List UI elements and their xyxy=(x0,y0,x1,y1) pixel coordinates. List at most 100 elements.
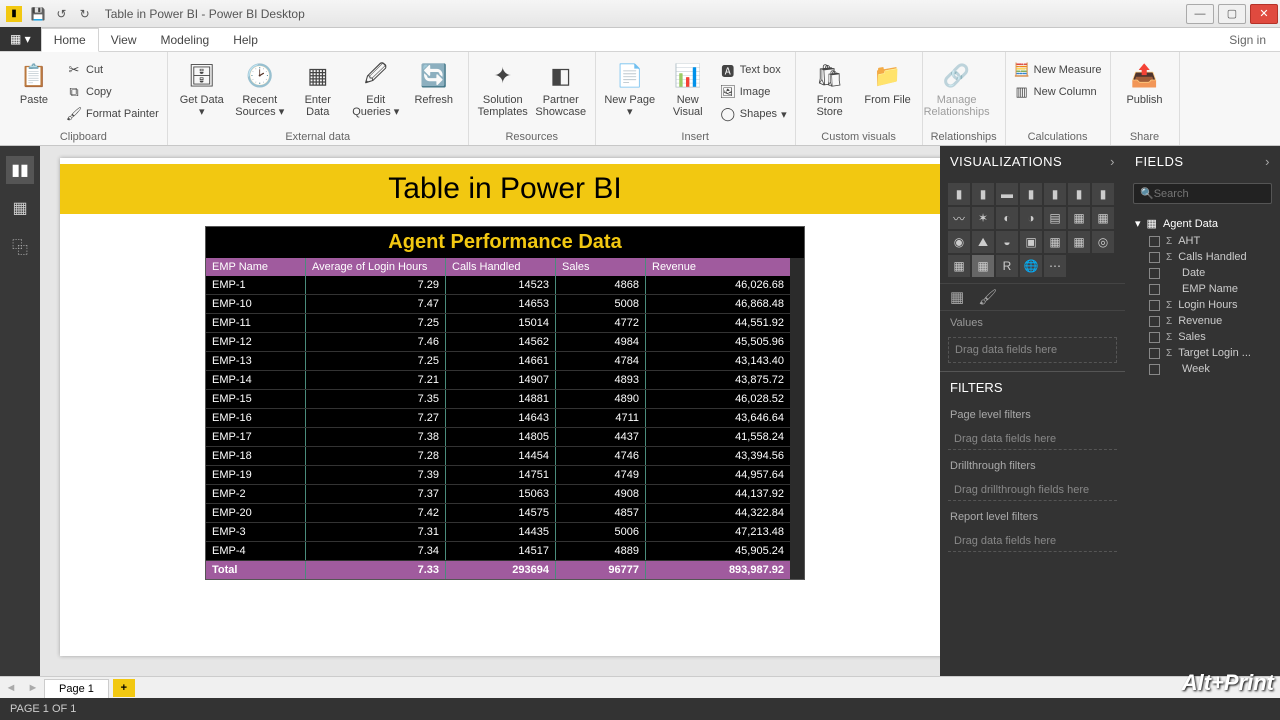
from-file-button[interactable]: 📁From File xyxy=(862,56,914,106)
paste-button[interactable]: 📋 Paste xyxy=(8,56,60,106)
solution-templates-button[interactable]: ✦Solution Templates xyxy=(477,56,529,118)
new-column-button[interactable]: ▥New Column xyxy=(1014,82,1102,102)
field-item[interactable]: ΣSales xyxy=(1125,329,1280,345)
col-login-hours[interactable]: Average of Login Hours xyxy=(306,258,446,276)
title-banner[interactable]: Table in Power BI xyxy=(60,164,940,214)
checkbox-icon[interactable] xyxy=(1149,332,1160,343)
field-item[interactable]: ΣRevenue xyxy=(1125,313,1280,329)
col-emp-name[interactable]: EMP Name xyxy=(206,258,306,276)
field-item[interactable]: ΣCalls Handled xyxy=(1125,249,1280,265)
file-tab[interactable]: ▦ ▾ xyxy=(0,27,41,51)
field-item[interactable]: ΣAHT xyxy=(1125,233,1280,249)
viz-type-icon[interactable]: ⛰ xyxy=(972,231,994,253)
page-tab-1[interactable]: Page 1 xyxy=(44,679,109,698)
tab-home[interactable]: Home xyxy=(41,28,99,52)
page-next-button[interactable]: ► xyxy=(22,682,44,694)
maximize-button[interactable]: ▢ xyxy=(1218,4,1246,24)
viz-type-icon[interactable]: ✶ xyxy=(972,207,994,229)
viz-type-icon[interactable]: ◑ xyxy=(1020,207,1042,229)
drill-filters-drop[interactable]: Drag drillthrough fields here xyxy=(948,480,1117,501)
page-filters-drop[interactable]: Drag data fields here xyxy=(948,429,1117,450)
image-button[interactable]: 🖼Image xyxy=(720,82,787,102)
refresh-button[interactable]: 🔄Refresh xyxy=(408,56,460,106)
format-painter-button[interactable]: 🖌Format Painter xyxy=(66,104,159,124)
checkbox-icon[interactable] xyxy=(1149,348,1160,359)
close-button[interactable]: ✕ xyxy=(1250,4,1278,24)
viz-type-icon[interactable]: ▮ xyxy=(948,183,970,205)
viz-type-icon[interactable]: ◒ xyxy=(996,231,1018,253)
field-table-node[interactable]: ▾ ▦ Agent Data xyxy=(1125,214,1280,233)
viz-type-icon[interactable]: ▦ xyxy=(1092,207,1114,229)
table-row[interactable]: EMP-47.3414517488945,905.24 xyxy=(206,542,790,561)
checkbox-icon[interactable] xyxy=(1149,300,1160,311)
add-page-button[interactable]: + xyxy=(113,679,135,697)
redo-icon[interactable]: ↻ xyxy=(75,7,95,21)
table-row[interactable]: EMP-137.2514661478443,143.40 xyxy=(206,352,790,371)
table-row[interactable]: EMP-187.2814454474643,394.56 xyxy=(206,447,790,466)
copy-button[interactable]: ⧉Copy xyxy=(66,82,159,102)
table-row[interactable]: EMP-117.2515014477244,551.92 xyxy=(206,314,790,333)
checkbox-icon[interactable] xyxy=(1149,316,1160,327)
viz-type-icon[interactable]: ◐ xyxy=(996,207,1018,229)
field-item[interactable]: EMP Name xyxy=(1125,281,1280,297)
new-measure-button[interactable]: 🧮New Measure xyxy=(1014,60,1102,80)
viz-type-icon[interactable]: ▮ xyxy=(1020,183,1042,205)
viz-type-icon[interactable]: ⋯ xyxy=(1044,255,1066,277)
new-visual-button[interactable]: 📊New Visual xyxy=(662,56,714,118)
from-store-button[interactable]: 🛍From Store xyxy=(804,56,856,118)
field-item[interactable]: Date xyxy=(1125,265,1280,281)
search-input[interactable] xyxy=(1154,188,1280,200)
enter-data-button[interactable]: ▦Enter Data xyxy=(292,56,344,118)
undo-icon[interactable]: ↺ xyxy=(51,7,71,21)
viz-type-icon[interactable]: ▦ xyxy=(1044,231,1066,253)
viz-type-icon[interactable]: ◎ xyxy=(1092,231,1114,253)
shapes-button[interactable]: ◯Shapes ▾ xyxy=(720,104,787,124)
edit-queries-button[interactable]: 🖉Edit Queries ▾ xyxy=(350,56,402,118)
table-row[interactable]: EMP-37.3114435500647,213.48 xyxy=(206,523,790,542)
viz-type-icon[interactable]: 〰 xyxy=(948,207,970,229)
viz-type-icon[interactable]: ▤ xyxy=(1044,207,1066,229)
get-data-button[interactable]: 🗄Get Data ▾ xyxy=(176,56,228,118)
checkbox-icon[interactable] xyxy=(1149,268,1160,279)
viz-type-icon[interactable]: ▣ xyxy=(1020,231,1042,253)
table-row[interactable]: EMP-147.2114907489343,875.72 xyxy=(206,371,790,390)
page-prev-button[interactable]: ◄ xyxy=(0,682,22,694)
table-scrollbar[interactable] xyxy=(790,258,804,579)
field-item[interactable]: Week xyxy=(1125,361,1280,377)
minimize-button[interactable]: — xyxy=(1186,4,1214,24)
tab-view[interactable]: View xyxy=(99,29,149,51)
table-row[interactable]: EMP-157.3514881489046,028.52 xyxy=(206,390,790,409)
fields-mode-icon[interactable]: ▦ xyxy=(950,288,964,306)
col-sales[interactable]: Sales xyxy=(556,258,646,276)
sign-in-link[interactable]: Sign in xyxy=(1225,29,1270,51)
viz-type-icon[interactable]: ▮ xyxy=(972,183,994,205)
table-row[interactable]: EMP-177.3814805443741,558.24 xyxy=(206,428,790,447)
fields-header[interactable]: FIELDS› xyxy=(1125,146,1280,177)
viz-type-icon[interactable]: ▦ xyxy=(948,255,970,277)
viz-type-icon[interactable]: ◉ xyxy=(948,231,970,253)
checkbox-icon[interactable] xyxy=(1149,284,1160,295)
checkbox-icon[interactable] xyxy=(1149,236,1160,247)
data-view-button[interactable]: ▦ xyxy=(6,194,34,222)
table-row[interactable]: EMP-127.4614562498445,505.96 xyxy=(206,333,790,352)
save-icon[interactable]: 💾 xyxy=(28,7,48,21)
table-row[interactable]: EMP-207.4214575485744,322.84 xyxy=(206,504,790,523)
field-item[interactable]: ΣLogin Hours xyxy=(1125,297,1280,313)
visualizations-header[interactable]: VISUALIZATIONS› xyxy=(940,146,1125,177)
field-item[interactable]: ΣTarget Login ... xyxy=(1125,345,1280,361)
viz-type-icon[interactable]: ▦ xyxy=(1068,231,1090,253)
recent-sources-button[interactable]: 🕑Recent Sources ▾ xyxy=(234,56,286,118)
values-drop-zone[interactable]: Drag data fields here xyxy=(948,337,1117,363)
viz-type-icon[interactable]: ▦ xyxy=(972,255,994,277)
col-revenue[interactable]: Revenue xyxy=(646,258,790,276)
cut-button[interactable]: ✂Cut xyxy=(66,60,159,80)
viz-type-icon[interactable]: ▬ xyxy=(996,183,1018,205)
canvas-area[interactable]: Table in Power BI Agent Performance Data… xyxy=(40,146,940,676)
viz-type-icon[interactable]: ▦ xyxy=(1068,207,1090,229)
checkbox-icon[interactable] xyxy=(1149,364,1160,375)
publish-button[interactable]: 📤Publish xyxy=(1119,56,1171,106)
tab-help[interactable]: Help xyxy=(221,29,270,51)
viz-type-icon[interactable]: 🌐 xyxy=(1020,255,1042,277)
table-visual[interactable]: Agent Performance Data EMP Name Average … xyxy=(205,226,805,580)
fields-search[interactable]: 🔍 xyxy=(1133,183,1272,204)
